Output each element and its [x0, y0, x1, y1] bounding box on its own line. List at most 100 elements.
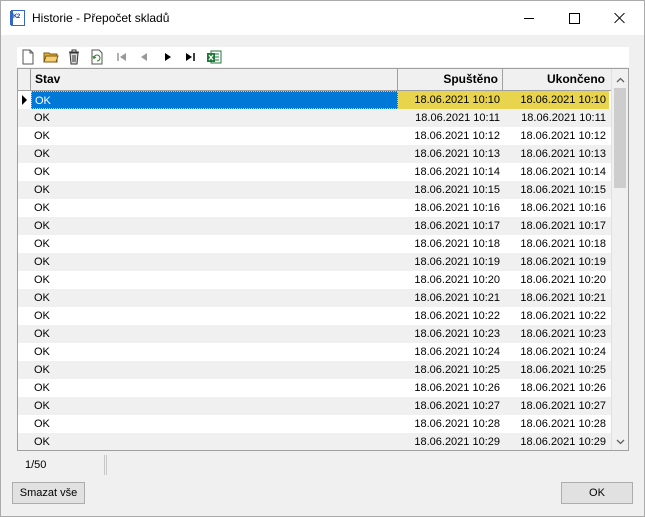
cell-spusteno: 18.06.2021 10:28 [414, 418, 500, 430]
open-folder-button[interactable] [42, 48, 60, 66]
status-divider [105, 455, 107, 475]
cell-ukonceno: 18.06.2021 10:17 [520, 220, 606, 232]
cell-spusteno: 18.06.2021 10:21 [414, 292, 500, 304]
grid-header: Stav Spuštěno Ukončeno [18, 69, 611, 91]
table-row[interactable]: OK 18.06.2021 10:14 18.06.2021 10:14 [18, 163, 611, 181]
table-row[interactable]: OK 18.06.2021 10:23 18.06.2021 10:23 [18, 325, 611, 343]
cell-ukonceno: 18.06.2021 10:21 [520, 292, 606, 304]
row-indicator-header [18, 69, 31, 90]
cell-ukonceno: 18.06.2021 10:13 [520, 148, 606, 160]
chevron-up-icon [616, 77, 625, 82]
row-indicator [18, 307, 31, 325]
cell-spusteno: 18.06.2021 10:11 [415, 112, 500, 124]
cell-stav: OK [34, 436, 50, 448]
table-row[interactable]: OK 18.06.2021 10:25 18.06.2021 10:25 [18, 361, 611, 379]
cell-stav: OK [34, 220, 50, 232]
first-record-icon [117, 53, 126, 61]
table-row[interactable]: OK 18.06.2021 10:29 18.06.2021 10:29 [18, 433, 611, 450]
cell-spusteno: 18.06.2021 10:13 [414, 148, 500, 160]
scroll-down-button[interactable] [612, 433, 628, 450]
table-row[interactable]: OK 18.06.2021 10:19 18.06.2021 10:19 [18, 253, 611, 271]
scrollbar-thumb[interactable] [614, 88, 626, 188]
cell-spusteno: 18.06.2021 10:20 [414, 274, 500, 286]
close-icon [614, 12, 626, 24]
cell-stav: OK [34, 418, 50, 430]
table-row[interactable]: OK 18.06.2021 10:28 18.06.2021 10:28 [18, 415, 611, 433]
row-indicator [18, 181, 31, 199]
minimize-button[interactable] [506, 1, 552, 35]
row-indicator [18, 289, 31, 307]
cell-ukonceno: 18.06.2021 10:24 [520, 346, 606, 358]
cell-stav: OK [34, 202, 50, 214]
scroll-up-button[interactable] [612, 71, 628, 88]
table-row[interactable]: OK 18.06.2021 10:16 18.06.2021 10:16 [18, 199, 611, 217]
delete-button[interactable] [65, 48, 83, 66]
cell-spusteno: 18.06.2021 10:10 [398, 91, 503, 109]
cell-spusteno: 18.06.2021 10:19 [414, 256, 500, 268]
maximize-icon [568, 12, 580, 24]
table-row[interactable]: OK 18.06.2021 10:24 18.06.2021 10:24 [18, 343, 611, 361]
history-grid: Stav Spuštěno Ukončeno OK 18.06.2021 10:1… [17, 68, 629, 451]
cell-spusteno: 18.06.2021 10:27 [414, 400, 500, 412]
column-header-ukonceno[interactable]: Ukončeno [503, 69, 609, 90]
row-indicator [18, 91, 31, 109]
row-indicator [18, 343, 31, 361]
cell-stav: OK [34, 328, 50, 340]
cell-stav: OK [34, 148, 50, 160]
column-header-spusteno[interactable]: Spuštěno [398, 69, 503, 90]
row-indicator [18, 415, 31, 433]
cell-stav: OK [34, 184, 50, 196]
cell-ukonceno: 18.06.2021 10:26 [520, 382, 606, 394]
ok-button[interactable]: OK [561, 482, 633, 504]
cell-spusteno: 18.06.2021 10:29 [414, 436, 500, 448]
cell-ukonceno: 18.06.2021 10:14 [520, 166, 606, 178]
table-row[interactable]: OK 18.06.2021 10:26 18.06.2021 10:26 [18, 379, 611, 397]
last-record-button[interactable] [181, 48, 199, 66]
cell-ukonceno: 18.06.2021 10:18 [520, 238, 606, 250]
row-indicator [18, 163, 31, 181]
table-row[interactable]: OK 18.06.2021 10:11 18.06.2021 10:11 [18, 109, 611, 127]
chevron-down-icon [616, 439, 625, 444]
prev-record-icon [141, 53, 147, 61]
cell-spusteno: 18.06.2021 10:24 [414, 346, 500, 358]
next-record-button[interactable] [159, 48, 177, 66]
cell-spusteno: 18.06.2021 10:23 [414, 328, 500, 340]
cell-stav: OK [34, 238, 50, 250]
cell-ukonceno: 18.06.2021 10:23 [520, 328, 606, 340]
row-indicator [18, 379, 31, 397]
excel-export-button[interactable] [205, 48, 223, 66]
prev-record-button[interactable] [135, 48, 153, 66]
table-row[interactable]: OK 18.06.2021 10:12 18.06.2021 10:12 [18, 127, 611, 145]
row-indicator [18, 145, 31, 163]
maximize-button[interactable] [551, 1, 597, 35]
cell-stav: OK [34, 346, 50, 358]
delete-all-button[interactable]: Smazat vše [12, 482, 85, 504]
new-document-button[interactable] [19, 48, 37, 66]
cell-stav: OK [34, 400, 50, 412]
next-record-icon [165, 53, 171, 61]
row-indicator [18, 397, 31, 415]
table-row[interactable]: OK 18.06.2021 10:20 18.06.2021 10:20 [18, 271, 611, 289]
record-position: 1/50 [17, 455, 105, 475]
cell-ukonceno: 18.06.2021 10:29 [520, 436, 606, 448]
row-indicator [18, 433, 31, 450]
cell-spusteno: 18.06.2021 10:26 [414, 382, 500, 394]
table-row[interactable]: OK 18.06.2021 10:15 18.06.2021 10:15 [18, 181, 611, 199]
table-row[interactable]: OK 18.06.2021 10:21 18.06.2021 10:21 [18, 289, 611, 307]
table-row[interactable]: OK 18.06.2021 10:17 18.06.2021 10:17 [18, 217, 611, 235]
column-header-stav[interactable]: Stav [31, 69, 398, 90]
table-row[interactable]: OK 18.06.2021 10:13 18.06.2021 10:13 [18, 145, 611, 163]
table-row[interactable]: OK 18.06.2021 10:22 18.06.2021 10:22 [18, 307, 611, 325]
refresh-icon [91, 49, 103, 65]
refresh-button[interactable] [88, 48, 106, 66]
first-record-button[interactable] [113, 48, 131, 66]
row-indicator [18, 199, 31, 217]
table-row[interactable]: OK 18.06.2021 10:10 18.06.2021 10:10 [18, 91, 611, 109]
vertical-scrollbar[interactable] [611, 69, 628, 450]
close-button[interactable] [597, 1, 643, 35]
row-indicator [18, 325, 31, 343]
cell-stav: OK [34, 364, 50, 376]
table-row[interactable]: OK 18.06.2021 10:27 18.06.2021 10:27 [18, 397, 611, 415]
table-row[interactable]: OK 18.06.2021 10:18 18.06.2021 10:18 [18, 235, 611, 253]
row-indicator [18, 217, 31, 235]
